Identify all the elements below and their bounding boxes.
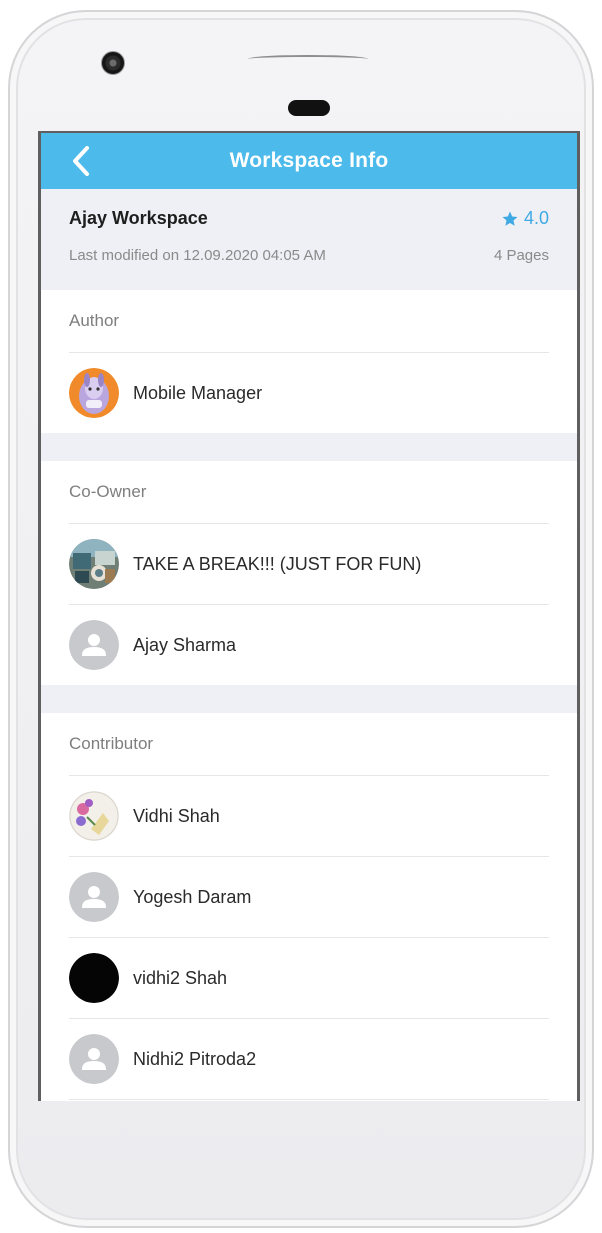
list-item[interactable]: Mobile Manager (41, 353, 577, 433)
list-item[interactable]: Yogesh Daram (41, 857, 577, 937)
earpiece (288, 100, 330, 116)
default-user-avatar-icon (69, 872, 119, 922)
person-name: vidhi2 Shah (133, 967, 228, 988)
person-name: TAKE A BREAK!!! (JUST FOR FUN) (133, 553, 422, 574)
avatar (69, 791, 119, 841)
section-separator (41, 433, 577, 461)
default-user-avatar-icon (69, 1034, 119, 1084)
section-separator (41, 685, 577, 713)
page-count: 4 Pages (493, 247, 549, 264)
workspace-header: Ajay Workspace 4.0 Last modified on 12.0… (41, 189, 577, 290)
star-icon (502, 211, 518, 226)
avatar (69, 1034, 119, 1084)
app-screen: Workspace Info Ajay Workspace 4.0 Last m… (38, 131, 580, 1101)
page-title: Workspace Info (229, 149, 389, 172)
person-name: Nidhi2 Pitroda2 (133, 1048, 257, 1069)
person-name: Vidhi Shah (133, 805, 220, 826)
last-modified-text: Last modified on 12.09.2020 04:05 AM (69, 247, 326, 264)
workspace-rating: 4.0 (501, 208, 549, 229)
co-owner-section: Co-Owner TAKE A BREAK!!! (JUST FOR FUN) (41, 461, 577, 685)
flower-photo-avatar-icon (69, 791, 119, 841)
divider (69, 1099, 549, 1100)
list-item[interactable]: vidhi2 Shah (41, 938, 577, 1018)
list-item[interactable]: Vidhi Shah (41, 776, 577, 856)
black-avatar-icon (69, 953, 119, 1003)
back-button[interactable] (63, 143, 99, 179)
section-title-contributor: Contributor (69, 734, 154, 753)
person-name: Ajay Sharma (133, 634, 237, 655)
chevron-left-icon (73, 146, 89, 176)
avatar (69, 620, 119, 670)
default-user-avatar-icon (69, 620, 119, 670)
author-section: Author Mobile Manager (41, 290, 577, 433)
avatar (69, 872, 119, 922)
list-item[interactable]: Ajay Sharma (41, 605, 577, 685)
section-title-co-owner: Co-Owner (69, 482, 147, 501)
rating-value: 4.0 (523, 208, 549, 228)
workspace-name: Ajay Workspace (69, 208, 208, 228)
person-name: Mobile Manager (133, 382, 263, 403)
photo-avatar-icon (69, 539, 119, 589)
avatar (69, 539, 119, 589)
avatar (69, 368, 119, 418)
front-camera-icon (101, 51, 125, 75)
nav-bar: Workspace Info (41, 133, 577, 189)
contributor-section: Contributor Vidhi Shah Yogesh Daram vidh… (41, 713, 577, 1100)
speaker-grille (248, 55, 368, 63)
list-item[interactable]: Nidhi2 Pitroda2 (41, 1019, 577, 1099)
avatar (69, 953, 119, 1003)
purple-cartoon-avatar-icon (69, 368, 119, 418)
list-item[interactable]: TAKE A BREAK!!! (JUST FOR FUN) (41, 524, 577, 604)
section-title-author: Author (69, 311, 120, 330)
person-name: Yogesh Daram (133, 886, 252, 907)
